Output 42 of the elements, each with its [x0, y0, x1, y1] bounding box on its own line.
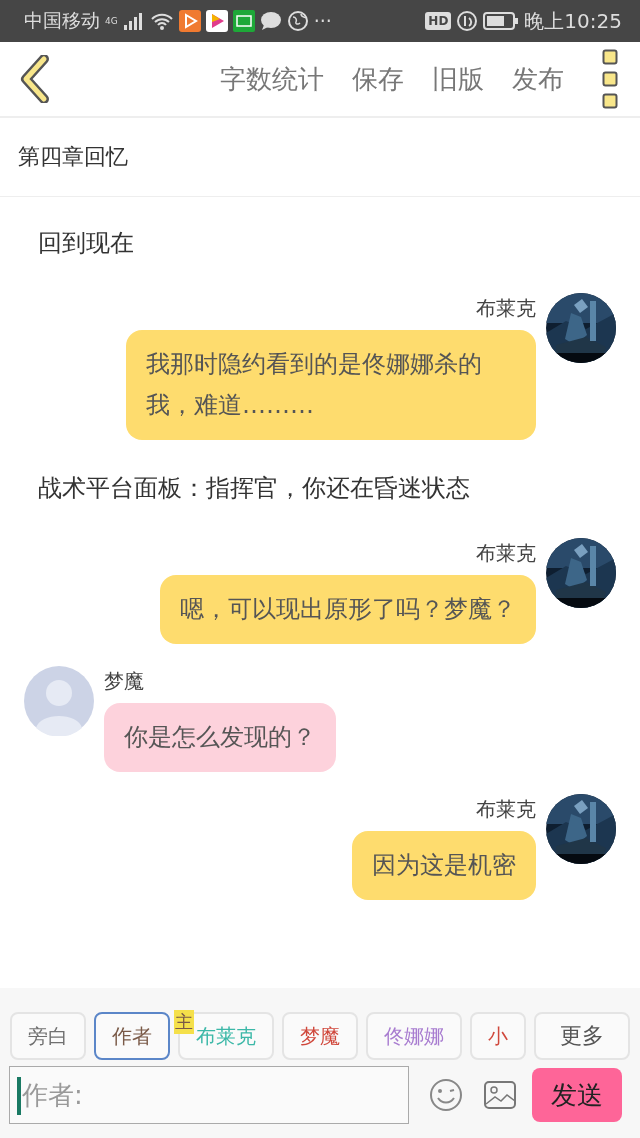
video-app-icon — [178, 10, 201, 32]
chapter-title: 第四章回忆 — [18, 143, 128, 171]
toolbar-action[interactable]: 保存 — [352, 61, 404, 97]
toolbar-action[interactable]: 字数统计 — [220, 61, 324, 97]
image-icon[interactable] — [483, 1080, 517, 1110]
more-button[interactable]: 更多 — [534, 1012, 630, 1060]
input-field[interactable]: 作者: — [9, 1066, 409, 1124]
character-chip[interactable]: 旁白 — [10, 1012, 86, 1060]
character-chip[interactable]: 梦魔 — [282, 1012, 358, 1060]
chat-icon — [259, 11, 282, 31]
narration-text: 回到现在 — [37, 228, 135, 259]
signal-icon — [122, 11, 145, 31]
more-notifications: ··· — [313, 10, 332, 32]
play-app-icon — [205, 10, 228, 32]
sender-name: 梦魔 — [104, 668, 145, 695]
message-bubble: 你是怎么发现的？ — [104, 703, 336, 772]
toolbar-action[interactable]: 发布 — [512, 61, 564, 97]
default-avatar — [24, 666, 94, 736]
character-chip[interactable]: 佟娜娜 — [366, 1012, 462, 1060]
message-bubble: 我那时隐约看到的是佟娜娜杀的我，难道……… — [126, 330, 536, 440]
message-bubble: 因为这是机密 — [352, 831, 536, 900]
back-icon[interactable] — [18, 55, 52, 103]
hd-badge: HD — [425, 12, 452, 30]
character-chip[interactable]: 作者 — [94, 1012, 170, 1060]
toolbar-action[interactable]: 旧版 — [432, 61, 484, 97]
sender-name: 布莱克 — [476, 540, 536, 567]
narration-text: 战术平台面板：指挥官，你还在昏迷状态 — [37, 473, 471, 504]
network-type: 4G — [105, 16, 118, 26]
message-bubble: 嗯，可以现出原形了吗？梦魔？ — [160, 575, 536, 644]
clock-time: 晚上10:25 — [524, 7, 622, 35]
emoji-icon[interactable] — [429, 1078, 463, 1112]
wifi-icon — [149, 11, 174, 31]
tv-app-icon — [232, 10, 255, 32]
more-menu-icon[interactable] — [602, 49, 618, 109]
carrier-name: 中国移动 — [24, 8, 100, 33]
sender-name: 布莱克 — [476, 796, 536, 823]
battery-icon — [483, 11, 520, 31]
text-cursor — [17, 1077, 21, 1115]
sender-name: 布莱克 — [476, 295, 536, 322]
character-chip[interactable]: 小 — [470, 1012, 526, 1060]
send-button[interactable]: 发送 — [532, 1068, 622, 1122]
main-badge: 主 — [174, 1010, 194, 1034]
